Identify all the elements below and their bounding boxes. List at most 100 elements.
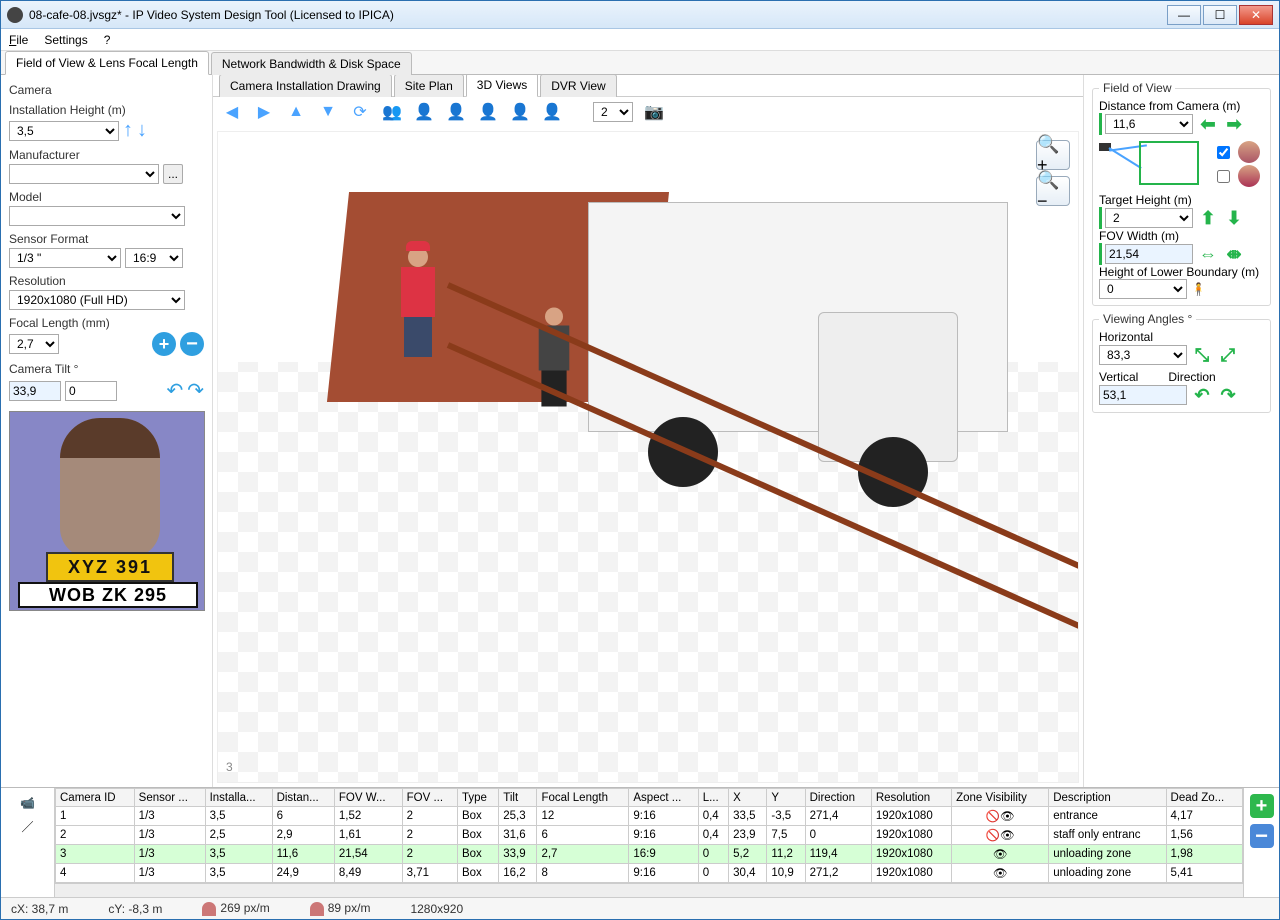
targeth-up-icon[interactable]: ⬆	[1197, 207, 1219, 229]
grid-header[interactable]: Description	[1049, 789, 1166, 807]
model-select[interactable]	[9, 206, 185, 226]
grid-header[interactable]: X	[729, 789, 767, 807]
nav-home-icon[interactable]: ⟳	[349, 101, 371, 123]
manufacturer-select[interactable]	[9, 164, 159, 184]
aspect-select[interactable]: 16:9	[125, 248, 183, 268]
target-person2-checkbox[interactable]	[1217, 170, 1230, 183]
person4-icon[interactable]: 👤	[509, 101, 531, 123]
grid-header[interactable]: Tilt	[499, 789, 537, 807]
sensor-format-select[interactable]: 1/3 "	[9, 248, 121, 268]
person1-icon[interactable]: 👤	[413, 101, 435, 123]
camera-panel: Camera Installation Height (m) 3,5 ↑ ↓ M…	[1, 75, 213, 787]
tab-fov[interactable]: Field of View & Lens Focal Length	[5, 51, 209, 75]
grid-header[interactable]: Zone Visibility	[952, 789, 1049, 807]
grid-header[interactable]: Aspect ...	[629, 789, 698, 807]
table-row[interactable]: 41/33,524,98,493,71Box16,289:16030,410,9…	[56, 864, 1243, 883]
person3-icon[interactable]: 👤	[477, 101, 499, 123]
viewport-corner-label: 3	[226, 760, 233, 774]
maximize-button[interactable]: ☐	[1203, 5, 1237, 25]
install-height-select[interactable]: 3,5	[9, 121, 119, 141]
targeth-down-icon[interactable]: ⬇	[1223, 207, 1245, 229]
grid-header[interactable]: Distan...	[272, 789, 334, 807]
menu-file[interactable]: File	[9, 33, 28, 47]
grid-header[interactable]: L...	[698, 789, 728, 807]
grid-header[interactable]: Direction	[805, 789, 871, 807]
height-down-icon[interactable]: ↓	[137, 119, 147, 142]
tab-drawing[interactable]: Camera Installation Drawing	[219, 75, 392, 97]
remove-camera-button[interactable]: −	[1250, 824, 1274, 848]
menu-settings[interactable]: Settings	[44, 33, 87, 47]
table-row[interactable]: 11/33,561,522Box25,3129:160,433,5-3,5271…	[56, 807, 1243, 826]
people-group-icon[interactable]: 👥	[381, 101, 403, 123]
nav-up-icon[interactable]: ▲	[285, 101, 307, 123]
line-tool-icon[interactable]: ／	[21, 818, 33, 835]
focal-minus-button[interactable]: −	[180, 332, 204, 356]
distance-dec-icon[interactable]: ⬅	[1197, 113, 1219, 135]
resolution-select[interactable]: 1920x1080 (Full HD)	[9, 290, 185, 310]
angles-group-label: Viewing Angles °	[1099, 312, 1196, 326]
grid-hscroll[interactable]	[55, 883, 1243, 897]
person2-icon[interactable]: 👤	[445, 101, 467, 123]
nav-down-icon[interactable]: ▼	[317, 101, 339, 123]
distance-select[interactable]: 11,6	[1105, 114, 1193, 134]
view-counter-select[interactable]: 2	[593, 102, 633, 122]
grid-header[interactable]: FOV W...	[334, 789, 402, 807]
camera-overlay-icon[interactable]: 📷	[643, 101, 665, 123]
add-camera-button[interactable]: +	[1250, 794, 1274, 818]
focal-length-select[interactable]: 2,7	[9, 334, 59, 354]
camera-tool-icon[interactable]: 📹	[20, 796, 35, 810]
height-up-icon[interactable]: ↑	[123, 119, 133, 142]
nav-right-icon[interactable]: ▶	[253, 101, 275, 123]
horiz-expand-icon[interactable]: ⤡	[1191, 344, 1213, 366]
grid-header[interactable]: Type	[457, 789, 498, 807]
zoom-in-button[interactable]: 🔍+	[1036, 140, 1070, 170]
tab-dvr[interactable]: DVR View	[540, 75, 616, 97]
distance-inc-icon[interactable]: ➡	[1223, 113, 1245, 135]
view-toolbar: ◀ ▶ ▲ ▼ ⟳ 👥 👤 👤 👤 👤 👤 2 📷	[213, 97, 1083, 127]
table-row[interactable]: 21/32,52,91,612Box31,669:160,423,97,5019…	[56, 826, 1243, 845]
view-tabs: Camera Installation Drawing Site Plan 3D…	[213, 75, 1083, 97]
tilt-field[interactable]	[65, 381, 117, 401]
manufacturer-browse-button[interactable]: ...	[163, 164, 183, 184]
viewport-3d[interactable]: 3 🔍+ 🔍−	[217, 131, 1079, 783]
fovw-expand-icon[interactable]: ⇔	[1197, 243, 1219, 265]
camera-tilt-label: Camera Tilt °	[9, 362, 204, 376]
horiz-shrink-icon[interactable]: ⤢	[1217, 344, 1239, 366]
grid-header[interactable]: Y	[767, 789, 805, 807]
menu-help[interactable]: ?	[104, 33, 111, 47]
tab-bandwidth[interactable]: Network Bandwidth & Disk Space	[211, 52, 412, 75]
grid-header[interactable]: Dead Zo...	[1166, 789, 1242, 807]
tilt-ccw-icon[interactable]: ↶	[166, 378, 183, 403]
tilt-readonly-field	[9, 381, 61, 401]
zoom-out-button[interactable]: 🔍−	[1036, 176, 1070, 206]
tab-3d-views[interactable]: 3D Views	[466, 75, 538, 97]
dir-ccw-icon[interactable]: ↶	[1191, 384, 1213, 406]
status-cx: cX: 38,7 m	[11, 902, 68, 916]
grid-header[interactable]: FOV ...	[402, 789, 457, 807]
horizontal-select[interactable]: 83,3	[1099, 345, 1187, 365]
grid-header[interactable]: Installa...	[205, 789, 272, 807]
direction-label: Direction	[1168, 370, 1215, 384]
table-row[interactable]: 31/33,511,621,542Box33,92,716:905,211,21…	[56, 845, 1243, 864]
person5-icon[interactable]: 👤	[541, 101, 563, 123]
target-height-select[interactable]: 2	[1105, 208, 1193, 228]
person-male-icon	[1238, 141, 1260, 163]
lower-boundary-select[interactable]: 0	[1099, 279, 1187, 299]
fov-width-label: FOV Width (m)	[1099, 229, 1264, 243]
grid-header[interactable]: Resolution	[871, 789, 951, 807]
grid-header[interactable]: Sensor ...	[134, 789, 205, 807]
nav-left-icon[interactable]: ◀	[221, 101, 243, 123]
close-button[interactable]: ✕	[1239, 5, 1273, 25]
status-resolution: 1280x920	[410, 902, 463, 916]
grid-header[interactable]: Focal Length	[537, 789, 629, 807]
tab-siteplan[interactable]: Site Plan	[394, 75, 464, 97]
grid-header[interactable]: Camera ID	[56, 789, 135, 807]
camera-grid[interactable]: Camera IDSensor ...Installa...Distan...F…	[55, 788, 1243, 883]
focal-plus-button[interactable]: +	[152, 332, 176, 356]
fovw-shrink-icon[interactable]: ⇼	[1223, 243, 1245, 265]
target-person1-checkbox[interactable]	[1217, 146, 1230, 159]
dir-cw-icon[interactable]: ↷	[1217, 384, 1239, 406]
tilt-cw-icon[interactable]: ↷	[187, 378, 204, 403]
minimize-button[interactable]: —	[1167, 5, 1201, 25]
lower-boundary-label: Height of Lower Boundary (m)	[1099, 265, 1264, 279]
